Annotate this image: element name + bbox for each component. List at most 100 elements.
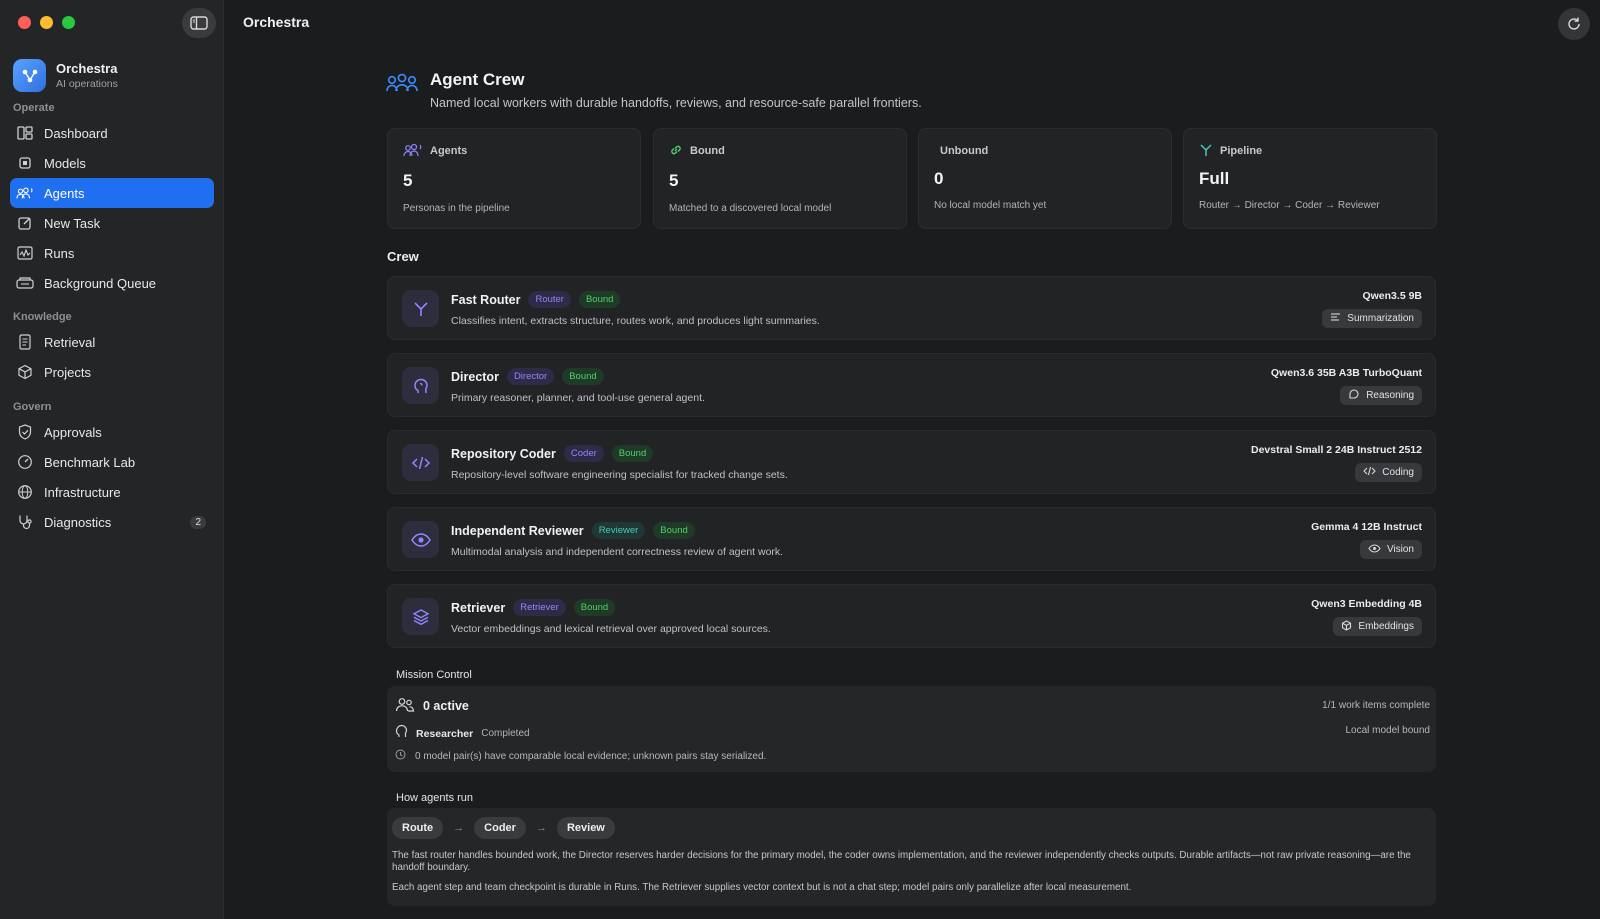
stat-card-agents: Agents 5 Personas in the pipeline xyxy=(387,128,641,229)
sidebar-item-agents[interactable]: Agents xyxy=(10,178,214,208)
stat-note: Personas in the pipeline xyxy=(403,203,510,214)
stat-value: 0 xyxy=(934,169,944,188)
close-window-button[interactable] xyxy=(18,16,31,29)
people-icon xyxy=(395,697,415,715)
section-label-knowledge: Knowledge xyxy=(13,311,72,323)
zoom-window-button[interactable] xyxy=(62,16,75,29)
sidebar-item-new-task[interactable]: New Task xyxy=(10,208,214,238)
stat-card-unbound: Unbound 0 No local model match yet xyxy=(918,128,1172,229)
stat-label: Bound xyxy=(690,145,725,157)
globe-icon xyxy=(16,483,34,501)
sidebar-item-dashboard[interactable]: Dashboard xyxy=(10,118,214,148)
sidebar-item-label: Runs xyxy=(44,245,75,261)
capability-label: Coding xyxy=(1382,467,1414,478)
agent-name: Retriever xyxy=(451,600,506,615)
capability-badge: Reasoning xyxy=(1340,386,1422,405)
capability-badge: Summarization xyxy=(1322,309,1422,328)
agent-status: Completed xyxy=(481,728,530,739)
clock-icon xyxy=(395,749,406,763)
stat-value: Full xyxy=(1199,169,1230,188)
sidebar-icon xyxy=(190,16,208,30)
agent-description: Primary reasoner, planner, and tool-use … xyxy=(451,392,705,404)
sidebar-item-benchmark-lab[interactable]: Benchmark Lab xyxy=(10,447,214,477)
pipeline-steps: Route → Coder → Review xyxy=(392,817,615,839)
dashboard-icon xyxy=(16,124,34,142)
document-icon xyxy=(16,333,34,351)
status-badge: Bound xyxy=(573,599,616,616)
refresh-icon xyxy=(1568,17,1580,30)
section-label-operate: Operate xyxy=(13,102,55,114)
sidebar-item-approvals[interactable]: Approvals xyxy=(10,417,214,447)
sidebar-item-runs[interactable]: Runs xyxy=(10,238,214,268)
code-icon xyxy=(402,444,439,481)
stat-note: Router → Director → Coder → Reviewer xyxy=(1199,200,1380,211)
compose-icon xyxy=(16,214,34,232)
agent-card-repository-coder[interactable]: Repository Coder Coder Bound Repository-… xyxy=(387,430,1436,494)
agent-description: Classifies intent, extracts structure, r… xyxy=(451,315,820,327)
window-title: Orchestra xyxy=(243,14,310,30)
capability-label: Vision xyxy=(1386,544,1414,555)
sidebar-item-label: Background Queue xyxy=(44,275,157,291)
agent-card-independent-reviewer[interactable]: Independent Reviewer Reviewer Bound Mult… xyxy=(387,507,1436,571)
agent-role: Researcher xyxy=(416,727,474,740)
agent-description: Vector embeddings and lexical retrieval … xyxy=(451,623,771,635)
diagnostics-count-badge: 2 xyxy=(190,515,206,529)
agent-card-retriever[interactable]: Retriever Retriever Bound Vector embeddi… xyxy=(387,584,1436,648)
sidebar-item-infrastructure[interactable]: Infrastructure xyxy=(10,477,214,507)
sidebar-item-models[interactable]: Models xyxy=(10,148,214,178)
sidebar-item-label: New Task xyxy=(44,215,101,231)
fork-icon xyxy=(1199,143,1213,160)
status-badge: Bound xyxy=(611,445,654,462)
agent-card-fast-router[interactable]: Fast Router Router Bound Classifies inte… xyxy=(387,276,1436,340)
mission-control-panel: 0 active 1/1 work items complete Researc… xyxy=(387,686,1436,772)
brain-icon xyxy=(1348,389,1360,402)
role-badge: Reviewer xyxy=(591,522,646,539)
capability-label: Reasoning xyxy=(1366,390,1414,401)
agent-model: Qwen3 Embedding 4B xyxy=(1311,598,1422,610)
stat-card-pipeline: Pipeline Full Router → Director → Coder … xyxy=(1183,128,1437,229)
eye-icon xyxy=(1368,543,1381,556)
brain-icon xyxy=(402,367,439,404)
stat-value: 5 xyxy=(669,171,679,190)
sidebar-item-background-queue[interactable]: Background Queue xyxy=(10,268,214,298)
sidebar-toggle-button[interactable] xyxy=(182,8,216,38)
sidebar-item-label: Dashboard xyxy=(44,125,108,141)
sidebar-item-label: Models xyxy=(44,155,86,171)
agent-name: Director xyxy=(451,369,499,384)
step-coder: Coder xyxy=(474,817,526,839)
role-badge: Coder xyxy=(563,445,604,462)
agent-card-director[interactable]: Director Director Bound Primary reasoner… xyxy=(387,353,1436,417)
how-agents-run-panel: Route → Coder → Review The fast router h… xyxy=(387,808,1436,906)
binding-status: Local model bound xyxy=(1345,725,1430,736)
stat-note: Matched to a discovered local model xyxy=(669,203,832,214)
crew-section-title: Crew xyxy=(387,249,419,264)
brain-icon xyxy=(395,724,408,743)
minimize-window-button[interactable] xyxy=(40,16,53,29)
people-icon xyxy=(386,70,418,110)
brand-subtitle: AI operations xyxy=(56,78,118,90)
page-subtitle: Named local workers with durable handoff… xyxy=(430,96,922,110)
layers-icon xyxy=(402,598,439,635)
sidebar-item-projects[interactable]: Projects xyxy=(10,357,214,387)
stat-card-bound: Bound 5 Matched to a discovered local mo… xyxy=(653,128,907,229)
how-agents-run-title: How agents run xyxy=(396,792,474,804)
people-icon xyxy=(16,184,34,202)
page-header: Agent Crew Named local workers with dura… xyxy=(386,70,922,110)
role-badge: Retriever xyxy=(513,599,566,616)
capability-badge: Vision xyxy=(1359,540,1422,559)
arrow-right-icon: → xyxy=(453,822,465,834)
sidebar-item-label: Retrieval xyxy=(44,334,96,350)
capability-badge: Embeddings xyxy=(1333,617,1422,636)
code-icon xyxy=(1363,466,1377,479)
role-badge: Director xyxy=(506,368,555,385)
role-badge: Router xyxy=(528,291,571,308)
refresh-button[interactable] xyxy=(1558,8,1590,40)
agent-model: Qwen3.6 35B A3B TurboQuant xyxy=(1270,367,1422,379)
agent-name: Independent Reviewer xyxy=(451,523,584,538)
cube-icon xyxy=(1341,619,1352,634)
sidebar-item-retrieval[interactable]: Retrieval xyxy=(10,327,214,357)
sidebar-item-diagnostics[interactable]: Diagnostics 2 xyxy=(10,507,214,537)
shield-check-icon xyxy=(16,423,34,441)
sidebar-item-label: Projects xyxy=(44,364,91,380)
status-badge: Bound xyxy=(562,368,604,385)
